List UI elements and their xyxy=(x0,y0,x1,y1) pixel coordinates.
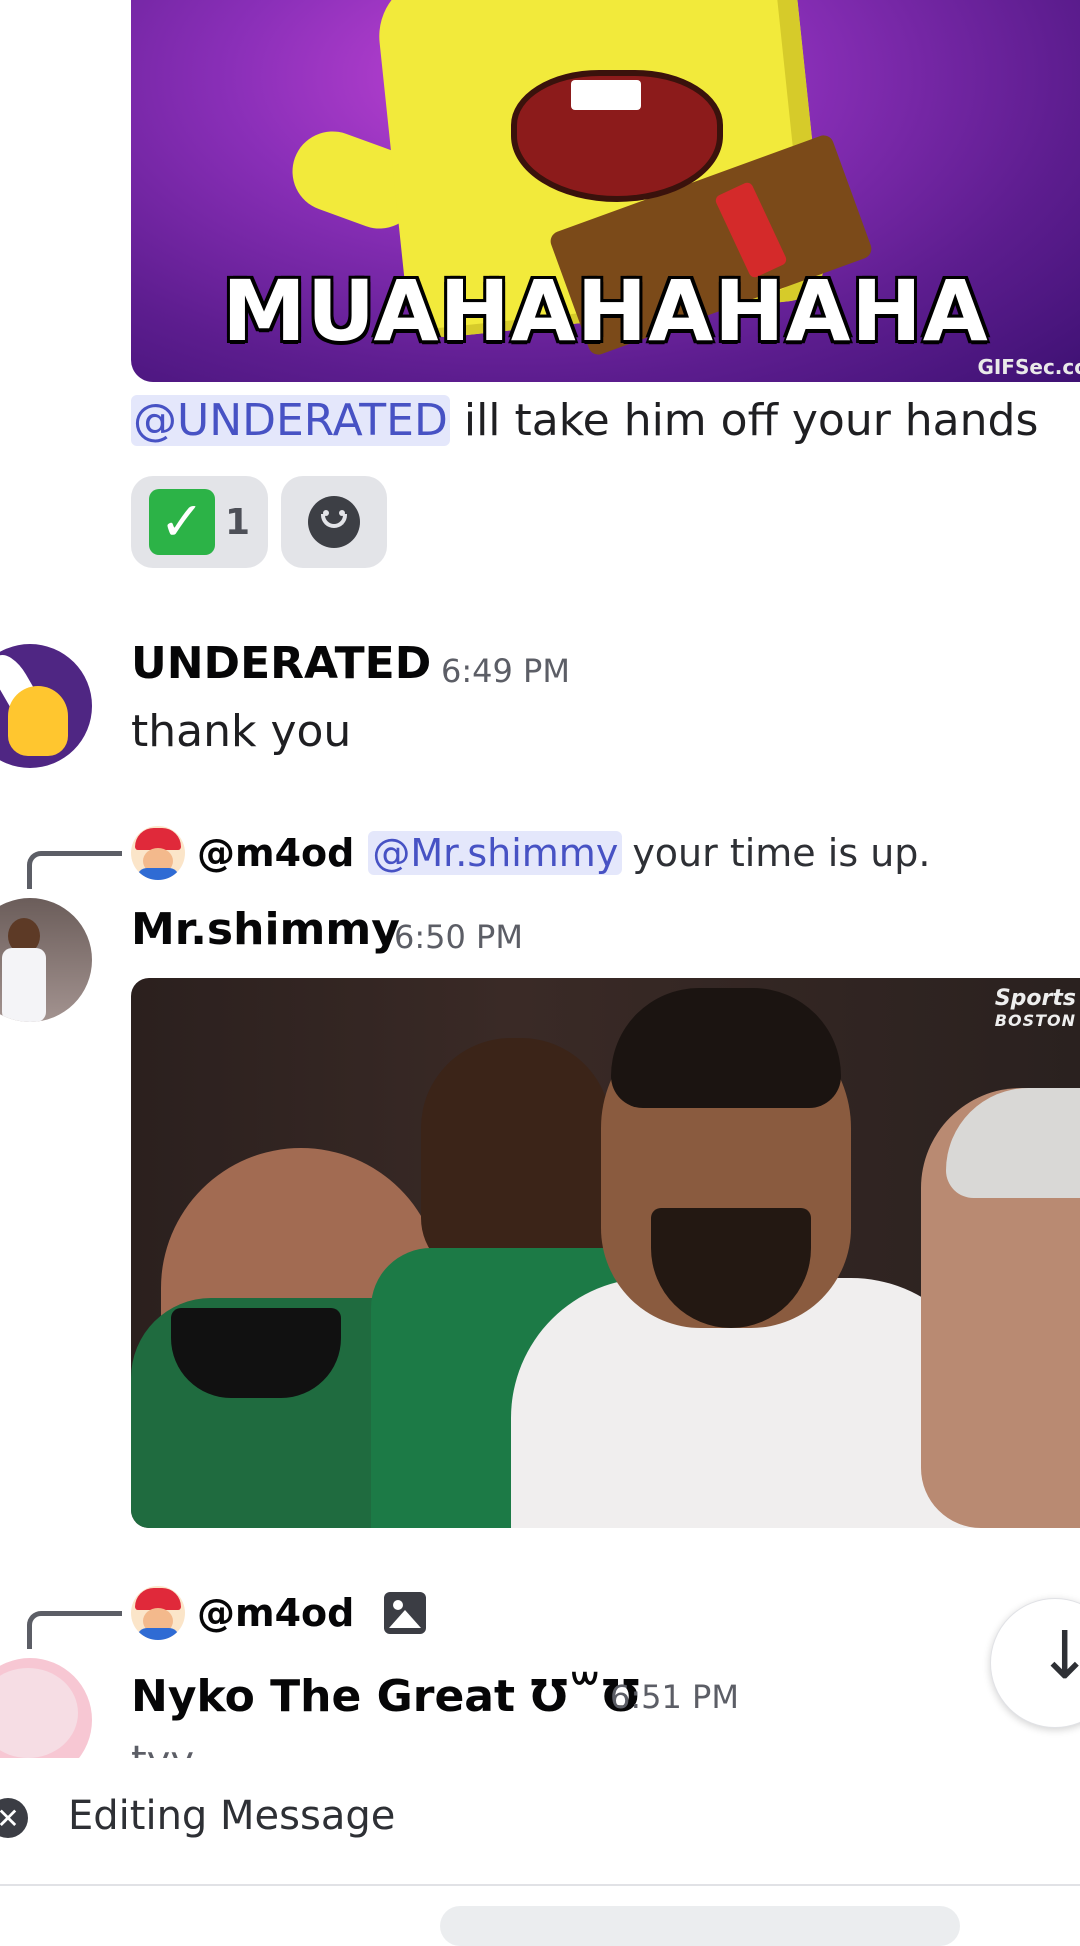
reply-spine xyxy=(27,1611,122,1649)
gif-watermark: GIFSec.co xyxy=(977,355,1080,379)
message-text: ill take him off your hands xyxy=(463,395,1039,446)
reply-author: @m4od xyxy=(197,831,355,875)
reply-preview[interactable]: @m4od xyxy=(131,1586,427,1640)
avatar[interactable] xyxy=(0,644,92,768)
message-text: tyy xyxy=(131,1738,194,1758)
broadcast-logo: Sports BOSTON xyxy=(994,986,1076,1031)
composer-bar xyxy=(0,1762,1080,1920)
reaction-count: 1 xyxy=(224,501,251,543)
image-icon xyxy=(384,1592,427,1634)
image-person xyxy=(421,1038,611,1278)
avatar[interactable] xyxy=(0,898,92,1022)
reply-text: your time is up. xyxy=(632,831,931,875)
add-reaction-icon xyxy=(308,496,360,548)
check-mark-emoji: ✓ xyxy=(148,489,215,555)
reply-mention: @Mr.shimmy xyxy=(368,831,623,875)
gif-teeth xyxy=(571,80,641,110)
jump-to-present-button[interactable]: ↓ xyxy=(990,1598,1080,1728)
image-attachment[interactable]: Sports BOSTON xyxy=(131,978,1080,1528)
message-timestamp: 6:50 PM xyxy=(394,918,523,956)
author-name[interactable]: Mr.shimmy xyxy=(131,904,400,955)
add-reaction-button[interactable] xyxy=(281,476,387,568)
message-text: thank you xyxy=(131,706,352,757)
reply-preview[interactable]: @m4od @Mr.shimmy your time is up. xyxy=(131,826,931,880)
avatar[interactable] xyxy=(0,1658,100,1758)
composer-input[interactable] xyxy=(440,1906,960,1946)
reply-avatar xyxy=(131,826,185,880)
editing-message-label: Editing Message xyxy=(68,1793,396,1839)
arrow-down-icon: ↓ xyxy=(1037,1617,1080,1694)
reply-spine xyxy=(27,851,122,889)
reply-avatar xyxy=(131,1586,185,1640)
gif-caption: MUAHAHAHAHA xyxy=(222,262,989,360)
message-timestamp: 6:51 PM xyxy=(610,1678,739,1716)
message-timestamp: 6:49 PM xyxy=(441,652,570,690)
image-hair xyxy=(611,988,841,1108)
gif-embed[interactable]: MUAHAHAHAHA GIFSec.co xyxy=(131,0,1080,382)
author-name[interactable]: UNDERATED xyxy=(131,638,431,689)
reply-author: @m4od xyxy=(197,1591,355,1635)
author-name[interactable]: Nyko The Great Ʊ꒳Ʊ xyxy=(131,1664,640,1722)
message-content: @UNDERATED ill take him off your hands xyxy=(131,395,1038,446)
user-mention[interactable]: @UNDERATED xyxy=(131,395,450,446)
divider xyxy=(0,1884,1080,1886)
image-mask xyxy=(171,1308,341,1398)
reaction-checkmark[interactable]: ✓ 1 xyxy=(131,476,268,568)
